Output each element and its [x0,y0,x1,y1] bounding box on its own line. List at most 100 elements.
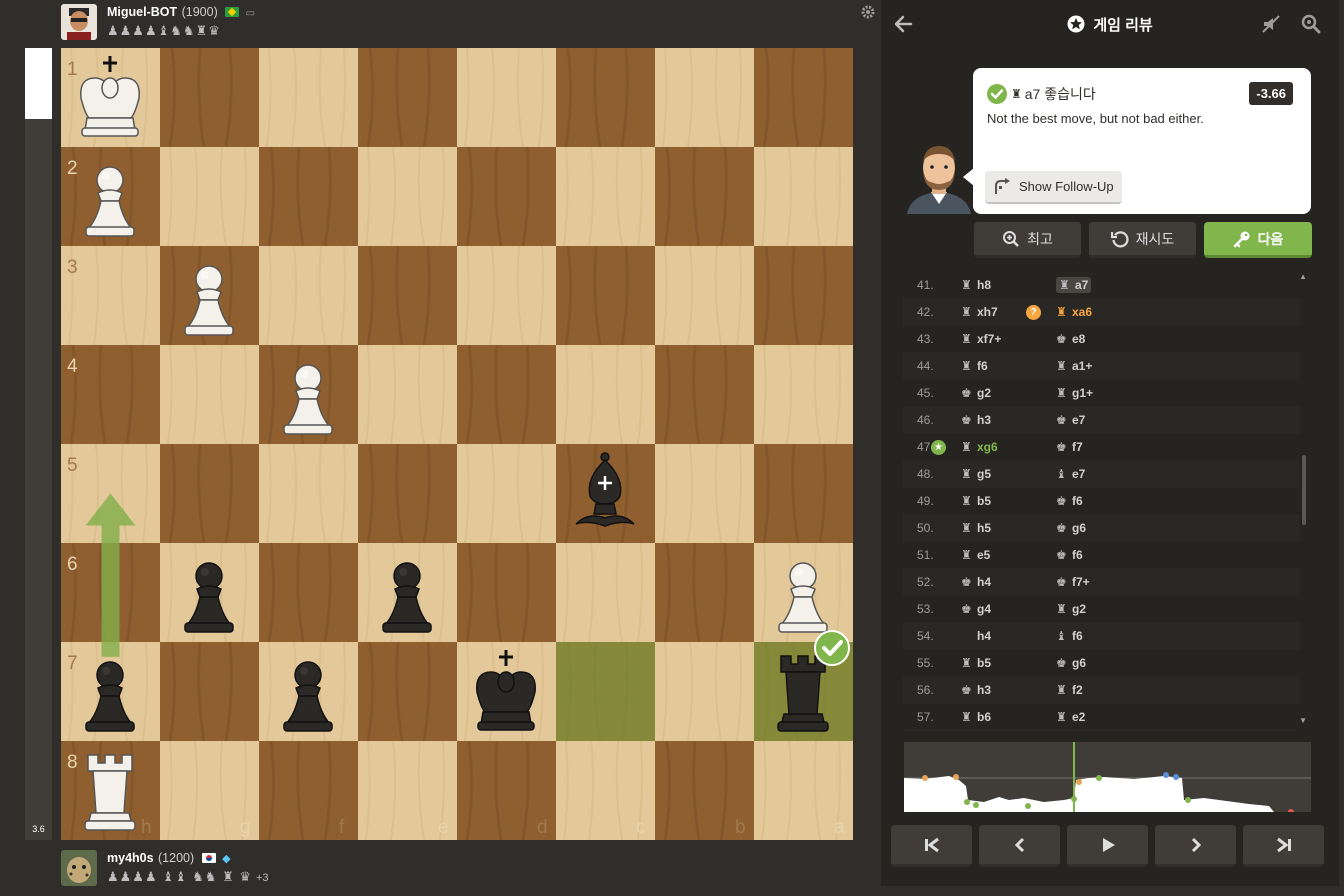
black-move[interactable]: ♚ e7 [1036,413,1176,427]
board-square-a5[interactable] [754,444,853,543]
board-square-f1[interactable] [259,48,358,147]
black-move[interactable]: ♜ e2 [1036,710,1176,724]
black-move[interactable]: ♚ f7+ [1036,575,1176,589]
black-move[interactable]: ♚ f7 [1036,440,1176,454]
board-square-c2[interactable] [556,147,655,246]
next-label: 다음 [1257,230,1284,247]
board-square-d2[interactable] [457,147,556,246]
board-square-g2[interactable] [160,147,259,246]
board-square-b2[interactable] [655,147,754,246]
black-move[interactable]: ♜ g1+ [1036,386,1176,400]
white-move[interactable]: ♚ g2 [941,386,1036,400]
move-row: 46. ♚ h3 ♚ e7 [903,407,1299,434]
piece-icon: ♚ [961,602,972,616]
board-square-d1[interactable] [457,48,556,147]
best-move-button[interactable]: 최고 [974,222,1081,258]
white-move[interactable]: ♜ b5 [941,494,1036,508]
move-row: 48. ♜ g5 ♝ e7 [903,461,1299,488]
black-move[interactable]: ♜ a7 [1036,277,1176,293]
black-move[interactable]: ♚ f6 [1036,548,1176,562]
evaluation-graph[interactable] [904,742,1311,812]
black-move[interactable]: ♝ e7 [1036,467,1176,481]
white-move[interactable]: ♚ h3 [941,413,1036,427]
board-square-f6[interactable] [259,543,358,642]
board-square-e3[interactable] [358,246,457,345]
next-move-button[interactable] [1155,825,1236,867]
black-move[interactable]: ♜ a1+ [1036,359,1176,373]
white-move[interactable]: ♜ b6 [941,710,1036,724]
white-move[interactable]: ♜ xf7+ [941,332,1036,346]
board-square-e5[interactable] [358,444,457,543]
white-move[interactable]: ♜ b5 [941,656,1036,670]
board-square-f5[interactable] [259,444,358,543]
white-move-san: xh7 [977,305,998,319]
board-square-e1[interactable] [358,48,457,147]
white-move[interactable]: ♜ xh7 [941,305,1036,319]
white-move[interactable]: ♜ h5 [941,521,1036,535]
board-square-d5[interactable] [457,444,556,543]
board-square-e7[interactable] [358,642,457,741]
board-square-a1[interactable] [754,48,853,147]
white-move[interactable]: ♜ e5 [941,548,1036,562]
board-square-f2[interactable] [259,147,358,246]
black-move[interactable]: ♚ e8 [1036,332,1176,346]
board-square-c1[interactable] [556,48,655,147]
scroll-down-icon[interactable]: ▼ [1299,716,1307,725]
black-move[interactable]: ♜ g2 [1036,602,1176,616]
retry-button[interactable]: 재시도 [1089,222,1196,258]
last-move-button[interactable] [1243,825,1324,867]
top-player-avatar[interactable] [61,4,97,40]
board-square-c3[interactable] [556,246,655,345]
black-move[interactable]: ? ♜ xa6 [1026,305,1176,320]
board-square-c4[interactable] [556,345,655,444]
back-arrow-icon[interactable] [893,14,913,34]
settings-gear-icon[interactable] [860,4,876,20]
chess-board[interactable]: 1 2 3 4 5 6 7 8 h g f e d c b a [61,48,853,840]
board-square-b7[interactable] [655,642,754,741]
play-button[interactable] [1067,825,1148,867]
black-move[interactable]: ♝ f6 [1036,629,1176,643]
black-move[interactable]: ♚ f6 [1036,494,1176,508]
board-square-f3[interactable] [259,246,358,345]
white-move[interactable]: ♚ g4 [941,602,1036,616]
white-move[interactable]: ♜ h8 [941,278,1036,292]
board-square-b6[interactable] [655,543,754,642]
board-square-e4[interactable] [358,345,457,444]
scroll-up-icon[interactable]: ▲ [1299,272,1307,281]
board-square-b5[interactable] [655,444,754,543]
board-square-g5[interactable] [160,444,259,543]
black-move[interactable]: ♚ g6 [1036,656,1176,670]
board-square-c6[interactable] [556,543,655,642]
show-follow-up-button[interactable]: Show Follow-Up [985,171,1122,204]
bottom-player-name[interactable]: my4h0s [107,851,154,865]
white-move[interactable]: ♚ h4 [941,575,1036,589]
black-move[interactable]: ♜ f2 [1036,683,1176,697]
analysis-search-icon[interactable] [1301,14,1321,34]
white-move[interactable]: ♚ h3 [941,683,1036,697]
previous-move-button[interactable] [979,825,1060,867]
black-move[interactable]: ♚ g6 [1036,521,1176,535]
board-square-b3[interactable] [655,246,754,345]
board-square-e2[interactable] [358,147,457,246]
board-square-g7[interactable] [160,642,259,741]
board-square-g4[interactable] [160,345,259,444]
move-list-scrollbar[interactable] [1302,455,1306,525]
board-square-d4[interactable] [457,345,556,444]
board-square-b1[interactable] [655,48,754,147]
board-square-d3[interactable] [457,246,556,345]
board-square-a2[interactable] [754,147,853,246]
board-square-g1[interactable] [160,48,259,147]
board-square-d6[interactable] [457,543,556,642]
white-move[interactable]: ♜ f6 [941,359,1036,373]
board-square-b4[interactable] [655,345,754,444]
top-player-name[interactable]: Miguel-BOT [107,5,177,19]
white-move[interactable]: ♜ g5 [941,467,1036,481]
board-square-a3[interactable] [754,246,853,345]
bottom-player-avatar[interactable] [61,850,97,886]
white-move[interactable]: h4 [941,629,1036,643]
board-square-a4[interactable] [754,345,853,444]
white-move[interactable]: ★ ♜ xg6 [931,440,1036,455]
sound-muted-icon[interactable] [1261,14,1281,34]
next-button[interactable]: 다음 [1204,222,1312,258]
first-move-button[interactable] [891,825,972,867]
